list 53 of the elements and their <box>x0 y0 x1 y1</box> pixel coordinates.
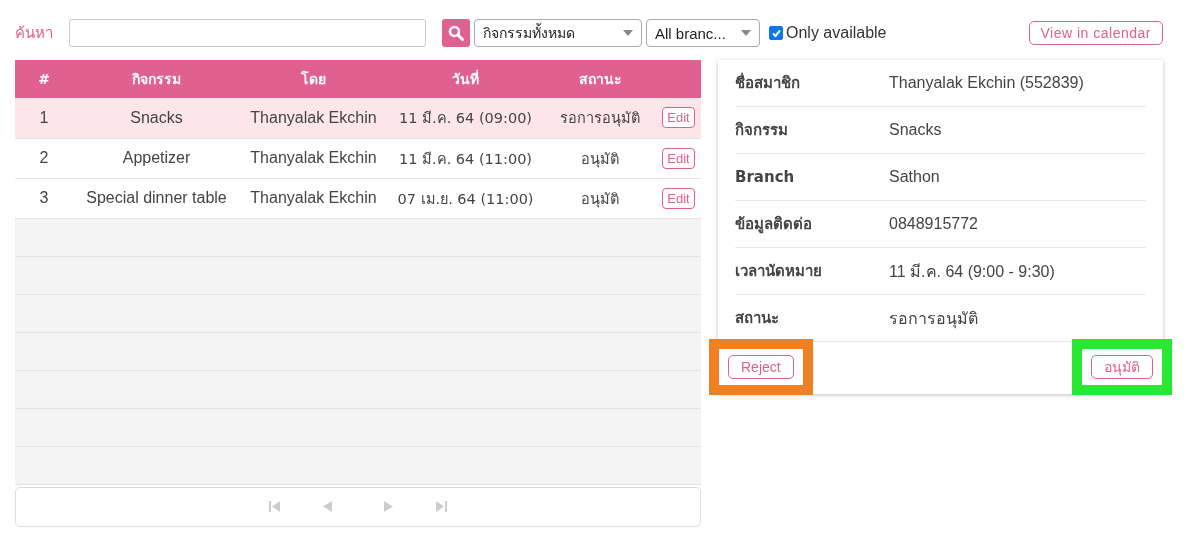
table-cell: Thanyalak Ekchin <box>250 189 377 206</box>
detail-value: Sathon <box>889 168 940 186</box>
detail-label: สถานะ <box>735 308 780 329</box>
first-page-icon[interactable] <box>269 501 281 512</box>
detail-value: 11 มี.ค. 64 (9:00 - 9:30) <box>889 261 1055 282</box>
table-cell: 11 มี.ค. 64 (11:00) <box>398 150 533 167</box>
detail-label: เวลานัดหมาย <box>735 261 823 282</box>
table-cell: 11 มี.ค. 64 (09:00) <box>398 110 533 127</box>
edit-button[interactable]: Edit <box>662 187 695 209</box>
table-cell: 2 <box>39 149 49 166</box>
search-icon <box>448 25 464 41</box>
column-header: วันที่ <box>452 71 479 87</box>
table-cell: อนุมัติ <box>581 190 619 207</box>
table-cell: อนุมัติ <box>581 150 619 167</box>
table-cell: Thanyalak Ekchin <box>250 108 377 126</box>
detail-label: ชื่อสมาชิก <box>735 71 801 94</box>
activity-dropdown[interactable]: กิจกรรมทั้งหมด <box>474 19 642 47</box>
search-button[interactable] <box>442 19 470 47</box>
detail-label: ข้อมูลติดต่อ <box>735 214 813 236</box>
search-label: ค้นหา <box>15 23 54 44</box>
edit-button[interactable]: Edit <box>662 107 695 129</box>
column-header: สถานะ <box>578 71 622 87</box>
reject-button[interactable]: Reject <box>728 355 794 379</box>
approve-button[interactable]: อนุมัติ <box>1091 355 1153 379</box>
column-header: # <box>38 71 50 87</box>
table-cell: 3 <box>39 189 49 206</box>
table-cell: รอการอนุมัติ <box>560 110 640 127</box>
detail-value: Snacks <box>889 121 942 139</box>
detail-value: 0848915772 <box>889 215 978 233</box>
table-cell: Appetizer <box>122 149 191 166</box>
table-row[interactable]: 1 Snacks Thanyalak Ekchin 11 มี.ค. 64 (09:00) รอการอนุมัติ Edit <box>15 98 701 138</box>
table-row[interactable]: 3 Special dinner table Thanyalak Ekchin 07 เม.ย. 64 (11:00) อนุมัติ Edit <box>15 178 701 218</box>
table-cell: Snacks <box>130 108 183 126</box>
view-calendar-button[interactable]: View in calendar <box>1028 21 1163 45</box>
table-cell: Special dinner table <box>86 189 227 206</box>
next-page-icon[interactable] <box>384 501 393 512</box>
edit-button[interactable]: Edit <box>662 147 695 169</box>
branch-dropdown[interactable]: All branc... <box>646 19 760 47</box>
previous-page-icon[interactable] <box>323 501 332 512</box>
table-row[interactable]: 2 Appetizer Thanyalak Ekchin 11 มี.ค. 64 (11:00) อนุมัติ Edit <box>15 138 701 178</box>
table-cell: 1 <box>39 108 49 126</box>
column-header: กิจกรรม <box>132 71 181 87</box>
detail-value: Thanyalak Ekchin (552839) <box>889 74 1084 92</box>
last-page-icon[interactable] <box>435 501 447 512</box>
detail-value: รอการอนุมัติ <box>889 308 978 331</box>
detail-label: กิจกรรม <box>735 120 789 141</box>
search-field[interactable] <box>69 19 426 47</box>
checkbox[interactable] <box>769 26 783 40</box>
column-header: โดย <box>301 71 326 87</box>
checkbox-label: Only available <box>786 24 887 42</box>
table-cell: 07 เม.ย. 64 (11:00) <box>397 190 534 207</box>
detail-label: Branch <box>735 168 796 186</box>
table-cell: Thanyalak Ekchin <box>250 149 377 166</box>
